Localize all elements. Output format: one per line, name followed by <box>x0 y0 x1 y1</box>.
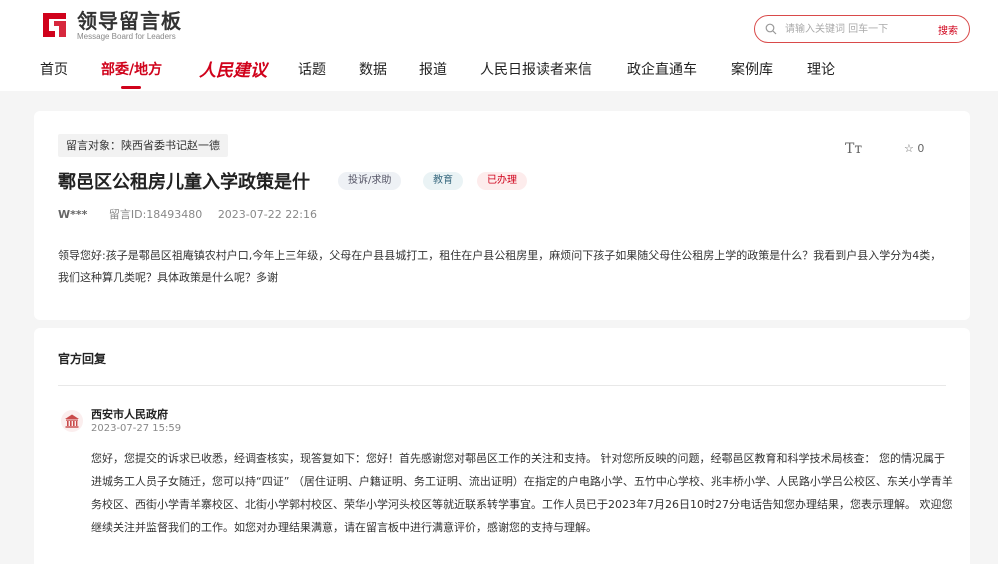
reply-org: 西安市人民政府 <box>91 408 168 421</box>
nav-item-enterprise[interactable]: 政企直通车 <box>627 59 697 79</box>
message-title: 鄠邑区公租房儿童入学政策是什 <box>58 172 310 193</box>
reply-section-title: 官方回复 <box>58 352 107 366</box>
government-building-icon <box>61 410 83 432</box>
nav-item-topics[interactable]: 话题 <box>298 59 326 79</box>
message-datetime: 2023-07-22 22:16 <box>217 208 317 221</box>
status-badge: 已办理 <box>477 172 527 190</box>
nav-active-indicator <box>121 86 141 89</box>
message-id: 留言ID:18493480 <box>108 208 203 221</box>
search-icon <box>765 23 777 35</box>
font-size-icon[interactable]: Tт <box>845 141 862 157</box>
favorite-button[interactable]: ☆ 0 <box>904 142 924 155</box>
search-box: 搜索 <box>754 15 970 43</box>
nav-item-readers-letters[interactable]: 人民日报读者来信 <box>480 59 592 79</box>
search-input[interactable] <box>785 20 925 38</box>
author-name: W*** <box>58 208 88 221</box>
message-content: 领导您好:孩子是鄠邑区祖庵镇农村户口,今年上三年级，父母在户县县城打工，租住在户… <box>58 249 942 284</box>
nav-item-data[interactable]: 数据 <box>359 59 387 79</box>
search-button[interactable]: 搜索 <box>938 22 958 37</box>
category-badge: 教育 <box>423 172 463 190</box>
site-header: 领导留言板 Message Board for Leaders 搜索 首页 部委… <box>0 0 998 91</box>
nav-item-ministries[interactable]: 部委/地方 <box>101 59 162 79</box>
nav-item-reports[interactable]: 报道 <box>419 59 447 79</box>
logo-title: 领导留言板 <box>77 9 182 33</box>
reply-datetime: 2023-07-27 15:59 <box>91 423 182 434</box>
logo-mark-icon <box>43 13 66 37</box>
nav-item-people-suggestions[interactable]: 人民建议 <box>199 56 267 81</box>
nav-item-cases[interactable]: 案例库 <box>731 59 773 79</box>
divider <box>58 385 946 386</box>
message-card: 留言对象：陕西省委书记赵一德 Tт ☆ 0 鄠邑区公租房儿童入学政策是什 投诉/… <box>34 111 970 320</box>
type-badge: 投诉/求助 <box>338 172 402 190</box>
nav-item-home[interactable]: 首页 <box>40 59 68 79</box>
reply-card: 官方回复 西安市人民政府 2023-07-27 15:59 您好，您提交的诉求已… <box>34 328 970 564</box>
site-logo[interactable]: 领导留言板 Message Board for Leaders <box>40 10 190 42</box>
nav-item-theory[interactable]: 理论 <box>807 59 835 79</box>
reply-content: 您好，您提交的诉求已收悉，经调查核实，现答复如下：您好！首先感谢您对鄠邑区工作的… <box>91 452 953 534</box>
message-meta: W*** 留言ID:18493480 2023-07-22 22:16 <box>58 206 317 222</box>
message-target: 留言对象：陕西省委书记赵一德 <box>58 134 228 157</box>
logo-subtitle: Message Board for Leaders <box>77 32 176 41</box>
